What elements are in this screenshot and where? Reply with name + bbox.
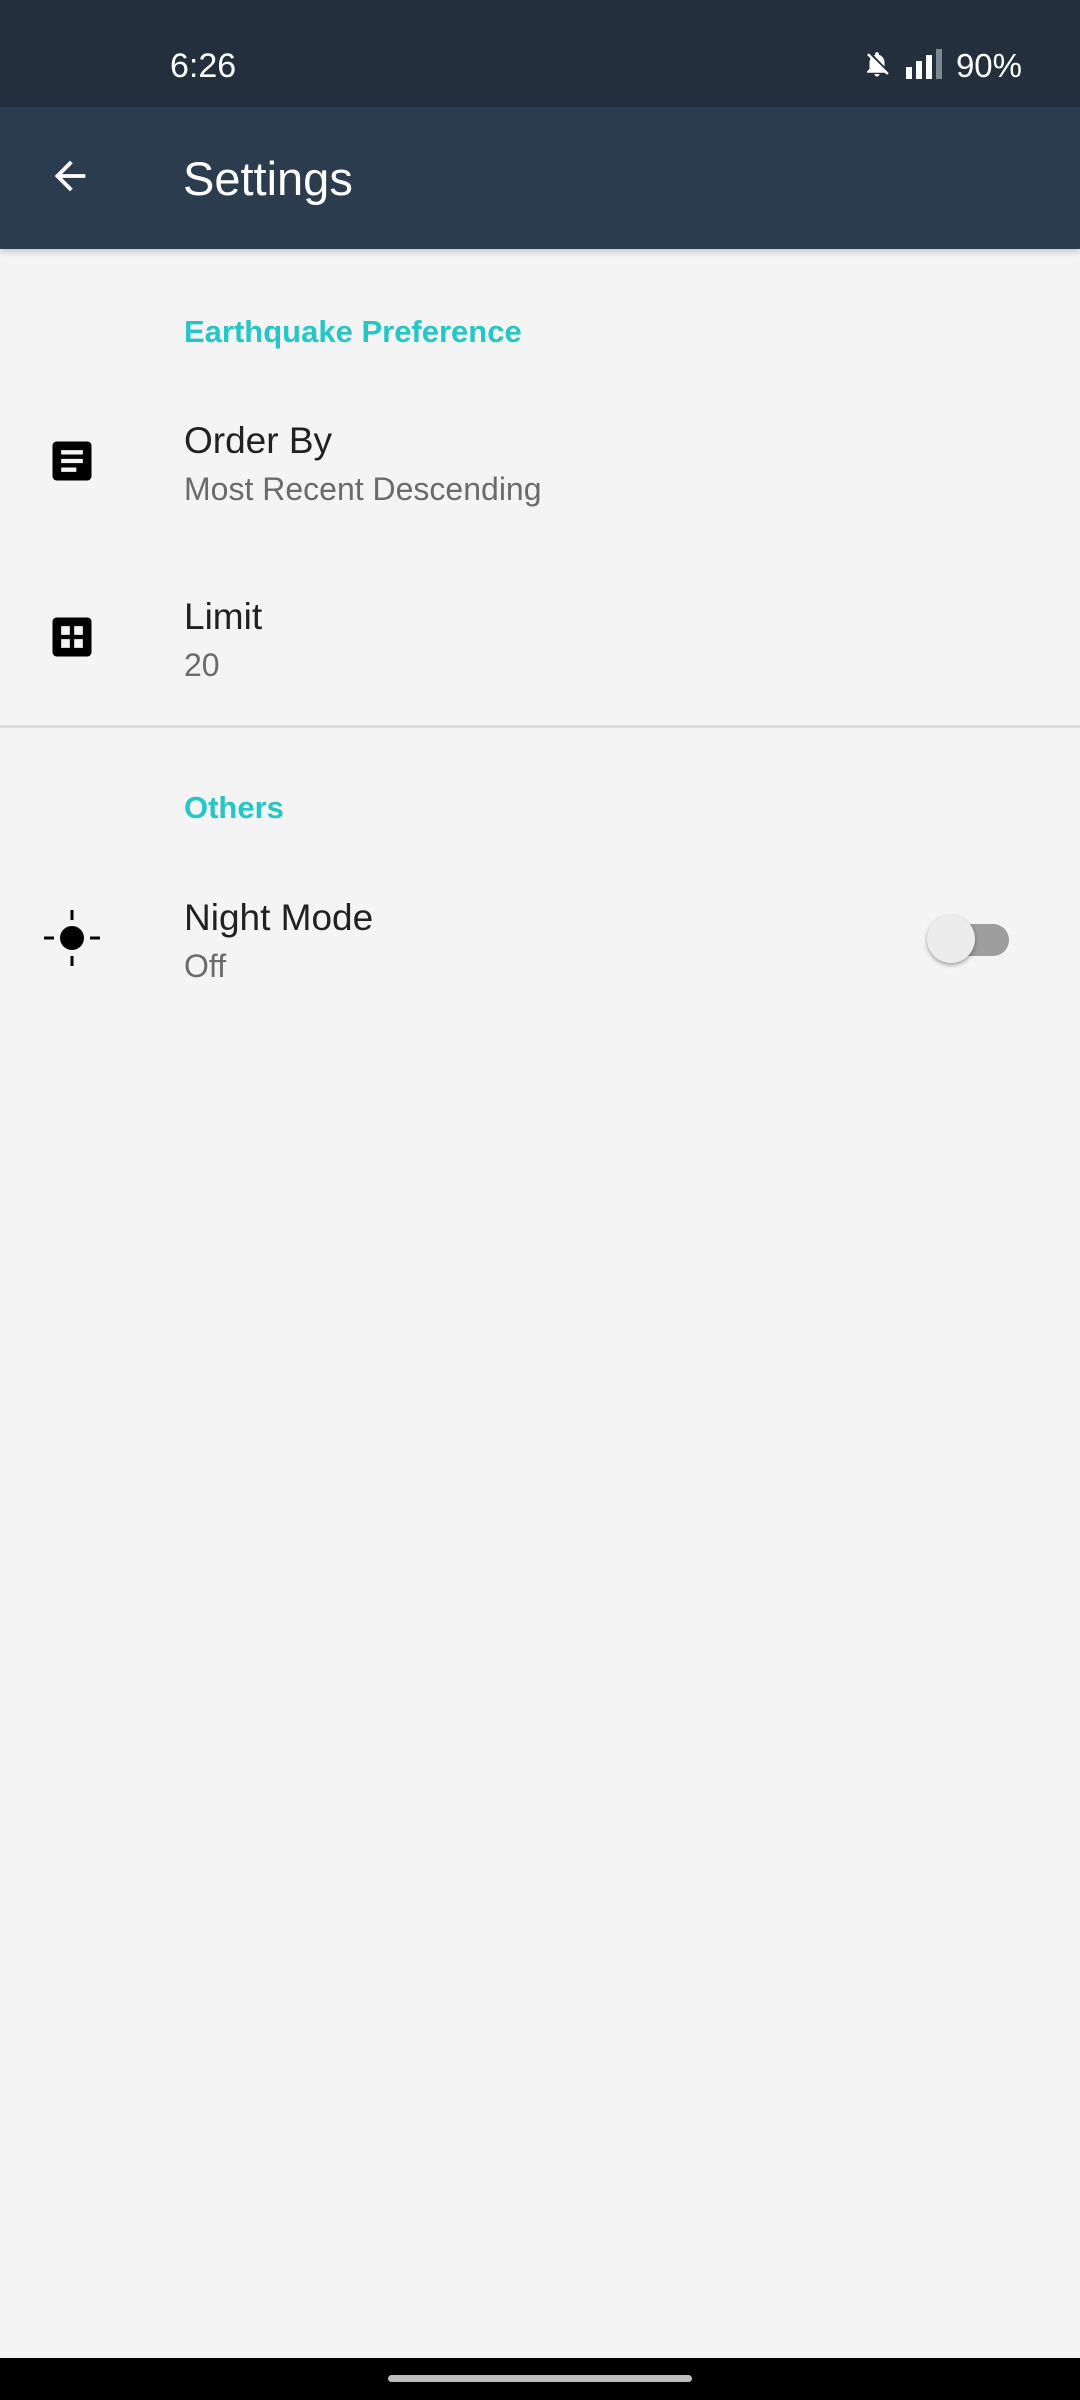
- night-mode-switch[interactable]: [925, 914, 1015, 964]
- pref-night-mode[interactable]: Night Mode Off: [0, 852, 1080, 1022]
- pref-limit-summary: 20: [184, 647, 220, 683]
- pref-night-mode-title: Night Mode: [184, 897, 374, 938]
- pref-limit-title: Limit: [184, 596, 263, 637]
- notes-icon: [42, 431, 102, 491]
- pref-order-by-summary: Most Recent Descending: [184, 471, 542, 507]
- status-bar: 6:26 90%: [0, 0, 1080, 107]
- switch-thumb: [927, 915, 975, 963]
- navigation-bar: [0, 2358, 1080, 2400]
- brightness-icon: [42, 908, 102, 968]
- back-button[interactable]: [30, 138, 110, 218]
- status-icons: 90%: [862, 44, 1022, 88]
- category-others: Others: [184, 790, 284, 825]
- pref-night-mode-summary: Off: [184, 948, 227, 984]
- battery-percent: 90%: [955, 47, 1022, 84]
- home-handle[interactable]: [388, 2375, 692, 2382]
- arrow-back-icon: [47, 153, 93, 204]
- toolbar: Settings: [0, 107, 1080, 249]
- grid-icon: [42, 607, 102, 667]
- status-time: 6:26: [170, 47, 237, 85]
- bell-off-icon: [862, 48, 892, 85]
- pref-limit[interactable]: Limit 20: [0, 551, 1080, 721]
- page-title: Settings: [183, 152, 353, 205]
- category-earthquake-preference: Earthquake Preference: [184, 314, 522, 349]
- section-divider: [0, 725, 1080, 728]
- pref-order-by-title: Order By: [184, 420, 333, 461]
- signal-icon: [905, 48, 942, 84]
- pref-order-by[interactable]: Order By Most Recent Descending: [0, 375, 1080, 545]
- settings-screen: 6:26 90% Settings Earthquake Preference …: [0, 0, 1080, 2400]
